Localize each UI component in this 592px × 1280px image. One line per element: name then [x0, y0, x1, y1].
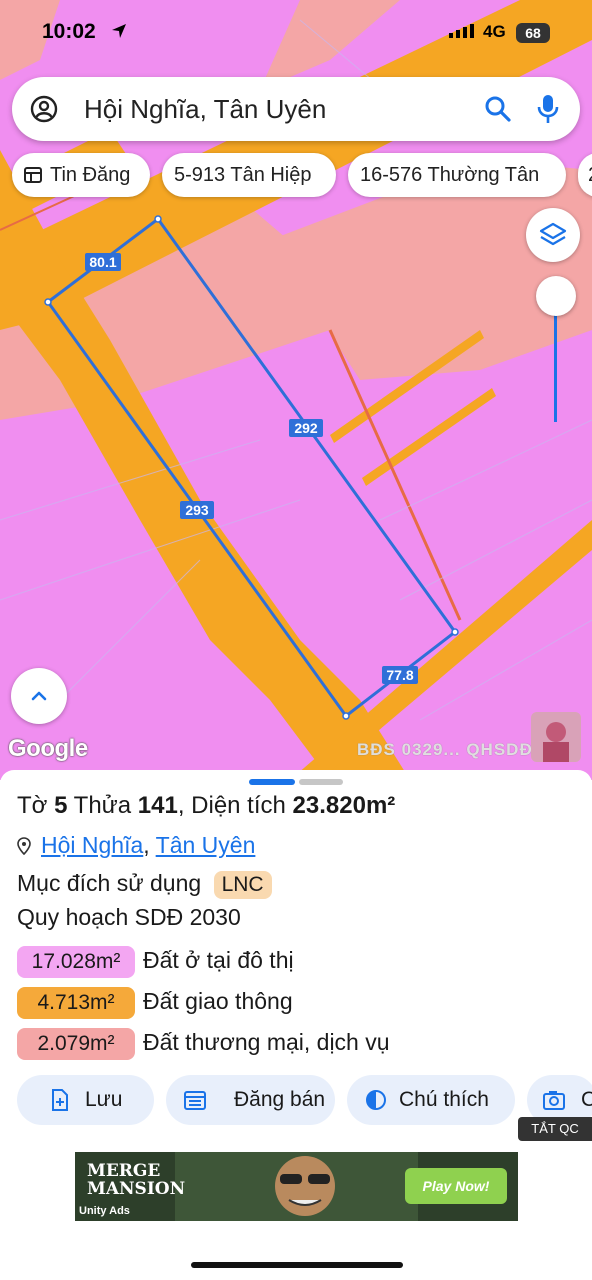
search-icon[interactable] [484, 95, 512, 123]
location-arrow-icon [112, 24, 126, 38]
status-time: 10:02 [42, 20, 96, 43]
purpose-label: Mục đích sử dụng [17, 870, 202, 896]
account-icon[interactable] [30, 95, 58, 123]
edge-label-bottom: 77.8 [382, 666, 418, 684]
google-logo: Google [8, 735, 88, 762]
location-pin-icon [17, 837, 31, 855]
legend-button[interactable]: Chú thích [347, 1075, 515, 1125]
location-link-ward[interactable]: Hội Nghĩa [41, 832, 143, 858]
expand-sheet-button[interactable] [11, 668, 67, 724]
chip-tan-hiep[interactable]: 5-913 Tân Hiệp [162, 153, 336, 197]
title-plot-prefix: Thửa [73, 792, 132, 819]
ad-banner[interactable]: MERGE MANSION Unity Ads Play Now! [75, 1152, 518, 1221]
layers-icon [539, 222, 567, 246]
zone-row: 4.713m² Đất giao thông [17, 987, 293, 1019]
close-ad-button[interactable]: TẮT QC [518, 1117, 592, 1141]
title-sheet-prefix: Tờ [17, 792, 48, 819]
chevron-up-icon [31, 691, 47, 701]
sheet-pager[interactable] [249, 779, 345, 785]
zone-area-badge: 17.028m² [17, 946, 135, 978]
opacity-slider-track[interactable] [554, 300, 557, 422]
ad-play-now-button[interactable]: Play Now! [405, 1168, 507, 1204]
chip-more[interactable]: 2 [578, 153, 592, 197]
plot-number: 141 [137, 792, 178, 819]
location-separator: , [143, 832, 150, 858]
network-type: 4G [483, 22, 506, 41]
title-area-prefix: , Diện tích [177, 792, 286, 819]
ad-title: MERGE MANSION [87, 1161, 186, 1199]
action-buttons: Lưu Đăng bán Chú thích C [17, 1075, 592, 1125]
post-sale-button[interactable]: Đăng bán [166, 1075, 335, 1125]
zone-label: Đất giao thông [143, 988, 293, 1014]
legend-label: Chú thích [399, 1088, 489, 1111]
zone-label: Đất thương mại, dịch vụ [143, 1029, 390, 1055]
microphone-icon[interactable] [536, 94, 560, 124]
camera-icon [543, 1091, 565, 1110]
edge-label-top: 80.1 [85, 253, 121, 271]
opacity-slider-handle[interactable] [536, 276, 576, 316]
layers-button[interactable] [526, 208, 580, 262]
battery-icon: 68 [516, 23, 550, 43]
pager-dot-active[interactable] [249, 779, 295, 785]
edge-label-left: 293 [180, 501, 214, 519]
save-file-icon [52, 1089, 68, 1111]
filter-chips: Tin Đăng 5-913 Tân Hiệp 16-576 Thường Tâ… [12, 153, 592, 197]
contrast-icon [366, 1090, 386, 1110]
street-view-thumbnail[interactable] [531, 712, 581, 762]
zone-row: 2.079m² Đất thương mại, dịch vụ [17, 1028, 390, 1060]
save-button[interactable]: Lưu [17, 1075, 154, 1125]
chip-label: Tin Đăng [50, 164, 131, 186]
zone-area-badge: 4.713m² [17, 987, 135, 1019]
chip-label: 16-576 Thường Tân [360, 164, 540, 186]
app-screen: 80.1 292 293 77.8 Google BĐS 0329... QHS… [0, 0, 592, 1280]
zone-label: Đất ở tại đô thị [143, 947, 294, 973]
home-indicator[interactable] [191, 1262, 403, 1268]
save-label: Lưu [85, 1088, 123, 1111]
pager-dot[interactable] [299, 779, 343, 785]
plot-area: 23.820m² [292, 792, 396, 819]
chip-thuong-tan[interactable]: 16-576 Thường Tân [348, 153, 566, 197]
zone-row: 17.028m² Đất ở tại đô thị [17, 946, 294, 978]
camera-label: C [581, 1088, 592, 1111]
listing-icon [24, 167, 42, 183]
chip-label: 2 [588, 164, 592, 186]
chip-tin-dang[interactable]: Tin Đăng [12, 153, 150, 197]
zone-area-badge: 2.079m² [17, 1028, 135, 1060]
calendar-list-icon [184, 1091, 206, 1110]
post-sale-label: Đăng bán [234, 1088, 326, 1111]
signal-icon [449, 24, 474, 38]
plot-title: Tờ 5 Thửa 141, Diện tích 23.820m² [17, 792, 395, 820]
ad-provider: Unity Ads [79, 1205, 130, 1217]
search-bar[interactable]: Hội Nghĩa, Tân Uyên [12, 77, 580, 141]
purpose-tag: LNC [213, 871, 272, 899]
plan-label: Quy hoạch SDĐ 2030 [17, 904, 241, 930]
chip-label: 5-913 Tân Hiệp [174, 164, 312, 186]
edge-label-right: 292 [289, 419, 323, 437]
search-query[interactable]: Hội Nghĩa, Tân Uyên [84, 94, 326, 125]
thumbnail-image [531, 712, 581, 762]
plot-location: Hội Nghĩa, Tân Uyên [17, 832, 255, 859]
location-link-district[interactable]: Tân Uyên [156, 832, 256, 858]
land-use-purpose: Mục đích sử dụng LNC [17, 870, 272, 899]
sheet-number: 5 [54, 792, 68, 819]
status-bar: 10:02 4G 68 [0, 0, 592, 68]
